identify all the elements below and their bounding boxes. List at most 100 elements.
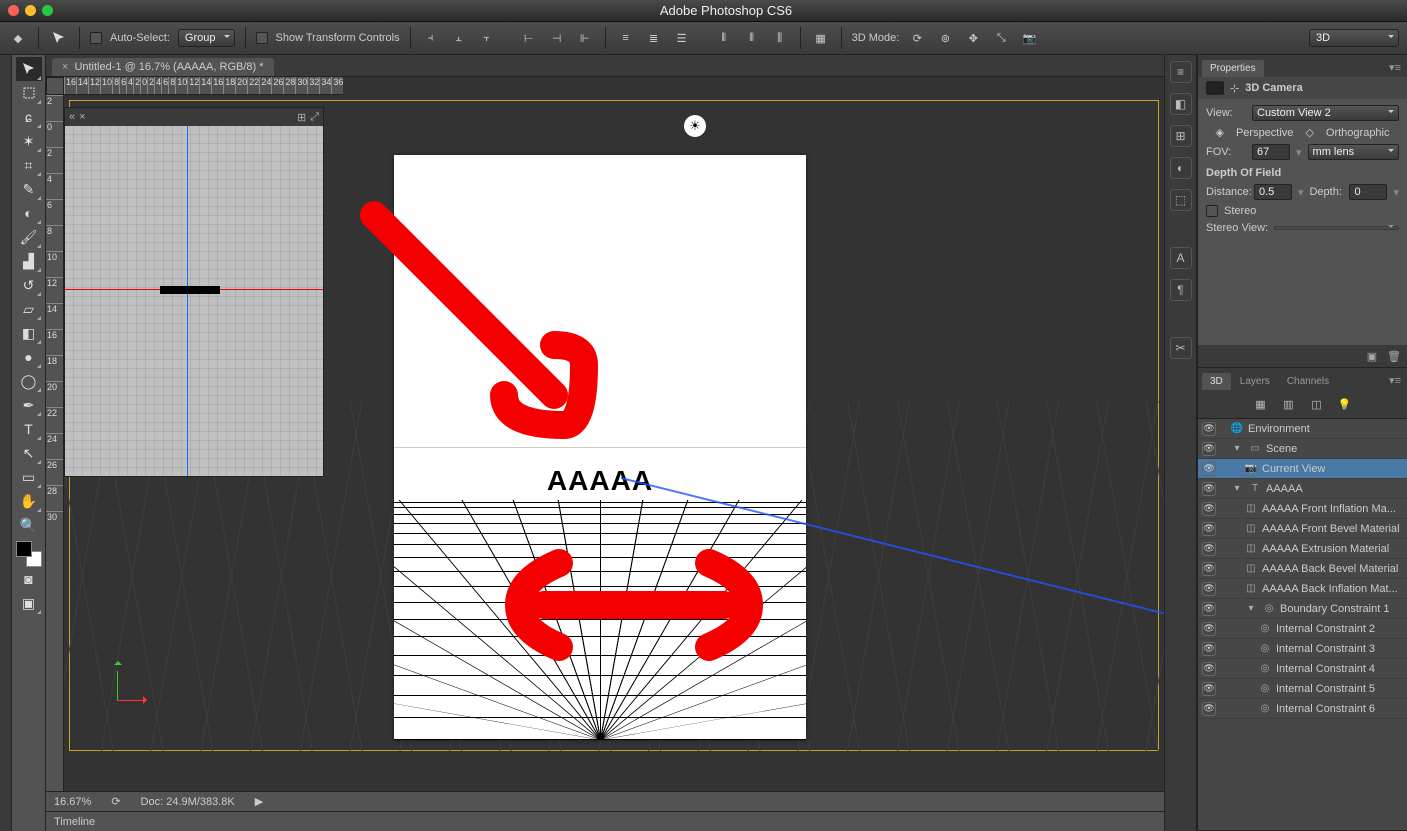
tree-row[interactable]: 👁◫AAAAA Back Bevel Material (1198, 559, 1407, 579)
auto-select-dropdown[interactable]: Group (178, 29, 235, 47)
navigator-menu-icon[interactable]: ⤢ (310, 111, 319, 124)
marquee-tool[interactable] (16, 81, 42, 105)
navigator-new-view-icon[interactable]: ⊞ (297, 111, 306, 124)
eyedropper-tool[interactable]: ✎ (16, 177, 42, 201)
panel-icon-character[interactable]: A (1170, 247, 1192, 269)
align-top-edges-icon[interactable]: ⫞ (421, 28, 441, 48)
statusbar-play-icon[interactable]: ▶ (255, 795, 263, 808)
distribute-hcenter-icon[interactable]: ⫴ (742, 28, 762, 48)
fov-stepper-icon[interactable]: ▾ (1296, 146, 1302, 159)
document-tab[interactable]: × Untitled-1 @ 16.7% (AAAAA, RGB/8) * (52, 58, 274, 76)
tree-row[interactable]: 👁◎Internal Constraint 5 (1198, 679, 1407, 699)
move-tool-icon[interactable] (49, 28, 69, 48)
tree-row[interactable]: 👁◎Internal Constraint 2 (1198, 619, 1407, 639)
tree-row[interactable]: 👁▾◎Boundary Constraint 1 (1198, 599, 1407, 619)
panel-icon-tools[interactable]: ✂ (1170, 337, 1192, 359)
perspective-cube-icon[interactable]: ◈ (1215, 126, 1223, 139)
hand-tool[interactable]: ✋ (16, 489, 42, 513)
rotate-3d-icon[interactable]: ⟳ (907, 28, 927, 48)
distribute-top-icon[interactable]: ≡ (616, 28, 636, 48)
orthographic-cube-icon[interactable]: ◇ (1305, 126, 1313, 139)
refresh-icon[interactable]: ⟳ (111, 795, 120, 808)
foreground-color-swatch[interactable] (16, 541, 32, 557)
align-left-edges-icon[interactable]: ⊢ (519, 28, 539, 48)
depth-input[interactable]: 0 (1349, 184, 1387, 200)
trash-icon[interactable]: 🗑 (1387, 349, 1401, 363)
zoom-level[interactable]: 16.67% (54, 796, 91, 808)
fov-unit-dropdown[interactable]: mm lens (1308, 144, 1399, 160)
distribute-left-icon[interactable]: ⦀ (714, 28, 734, 48)
close-tab-icon[interactable]: × (62, 61, 68, 73)
doc-size[interactable]: Doc: 24.9M/383.8K (141, 796, 235, 808)
visibility-toggle-icon[interactable]: 👁 (1202, 462, 1216, 476)
magic-wand-tool[interactable]: ✶ (16, 129, 42, 153)
visibility-toggle-icon[interactable]: 👁 (1202, 582, 1216, 596)
type-tool[interactable]: T (16, 417, 42, 441)
navigator-proxy-view[interactable] (65, 126, 323, 476)
panel-icon-adjustments[interactable]: ◐ (1170, 157, 1192, 179)
tree-row[interactable]: 👁🌐Environment (1198, 419, 1407, 439)
tree-row[interactable]: 👁📷Current View (1198, 459, 1407, 479)
tree-row[interactable]: 👁◫AAAAA Back Inflation Mat... (1198, 579, 1407, 599)
navigator-close-icon[interactable]: × (79, 111, 85, 123)
tree-row[interactable]: 👁◫AAAAA Front Inflation Ma... (1198, 499, 1407, 519)
distance-stepper-icon[interactable]: ▾ (1298, 186, 1304, 199)
tree-row[interactable]: 👁◎Internal Constraint 4 (1198, 659, 1407, 679)
fov-input[interactable]: 67 (1252, 144, 1290, 160)
filter-materials-icon[interactable]: ◫ (1309, 396, 1325, 412)
tree-row[interactable]: 👁▾TAAAAA (1198, 479, 1407, 499)
distance-input[interactable]: 0.5 (1254, 184, 1292, 200)
crop-tool[interactable]: ⌗ (16, 153, 42, 177)
visibility-toggle-icon[interactable]: 👁 (1202, 482, 1216, 496)
visibility-toggle-icon[interactable]: 👁 (1202, 442, 1216, 456)
tab-channels[interactable]: Channels (1279, 373, 1337, 390)
tree-row[interactable]: 👁◫AAAAA Front Bevel Material (1198, 519, 1407, 539)
blur-tool[interactable]: ● (16, 345, 42, 369)
disclosure-icon[interactable]: ▾ (1230, 482, 1244, 496)
coord-icon[interactable]: ⊹ (1230, 82, 1239, 95)
zoom-tool[interactable]: 🔍 (16, 513, 42, 537)
ruler-origin[interactable] (46, 77, 64, 95)
align-horizontal-centers-icon[interactable]: ⊣ (547, 28, 567, 48)
visibility-toggle-icon[interactable]: 👁 (1202, 702, 1216, 716)
view-dropdown[interactable]: Custom View 2 (1252, 105, 1399, 121)
perspective-label[interactable]: Perspective (1236, 127, 1293, 139)
close-window-button[interactable] (8, 5, 19, 16)
tab-properties[interactable]: Properties (1202, 60, 1264, 77)
3d-scene-tree[interactable]: 👁🌐Environment👁▾▭Scene👁📷Current View👁▾TAA… (1198, 419, 1407, 830)
screen-mode-toggle[interactable]: ▣ (16, 591, 42, 615)
move-tool[interactable] (16, 57, 42, 81)
light-widget-icon[interactable]: ☀ (684, 115, 706, 137)
tab-layers[interactable]: Layers (1232, 373, 1278, 390)
filter-scene-icon[interactable]: ▦ (1253, 396, 1269, 412)
stereo-checkbox[interactable] (1206, 205, 1218, 217)
panel-icon-paragraph[interactable]: ¶ (1170, 279, 1192, 301)
visibility-toggle-icon[interactable]: 👁 (1202, 622, 1216, 636)
visibility-toggle-icon[interactable]: 👁 (1202, 522, 1216, 536)
roll-3d-icon[interactable]: ⊚ (935, 28, 955, 48)
panel-menu-icon[interactable]: ▾≡ (1383, 58, 1407, 77)
pan-3d-icon[interactable]: ✥ (963, 28, 983, 48)
visibility-toggle-icon[interactable]: 👁 (1202, 602, 1216, 616)
distribute-bottom-icon[interactable]: ☰ (672, 28, 692, 48)
axis-gizmo[interactable] (109, 661, 149, 701)
navigator-collapse-icon[interactable]: « (69, 111, 75, 123)
align-bottom-edges-icon[interactable]: ⫟ (477, 28, 497, 48)
panel-icon-styles[interactable]: ⬚ (1170, 189, 1192, 211)
lasso-tool[interactable]: ɕ (16, 105, 42, 129)
tree-row[interactable]: 👁▾▭Scene (1198, 439, 1407, 459)
visibility-toggle-icon[interactable]: 👁 (1202, 502, 1216, 516)
vertical-ruler[interactable]: 2024681012141618202224262830 (46, 95, 64, 791)
visibility-toggle-icon[interactable]: 👁 (1202, 662, 1216, 676)
horizontal-ruler[interactable]: 1614121086420246810121416182022242628303… (64, 77, 343, 95)
panel-3d-menu-icon[interactable]: ▾≡ (1383, 371, 1407, 390)
distribute-vcenter-icon[interactable]: ≣ (644, 28, 664, 48)
auto-select-checkbox[interactable] (90, 32, 102, 44)
tab-3d[interactable]: 3D (1202, 373, 1231, 390)
rectangle-tool[interactable]: ▭ (16, 465, 42, 489)
foreground-background-swatches[interactable] (16, 541, 42, 567)
panel-icon-swatches[interactable]: ⊞ (1170, 125, 1192, 147)
brush-tool[interactable]: 🖌 (16, 225, 42, 249)
disclosure-icon[interactable]: ▾ (1244, 602, 1258, 616)
align-right-edges-icon[interactable]: ⊩ (575, 28, 595, 48)
